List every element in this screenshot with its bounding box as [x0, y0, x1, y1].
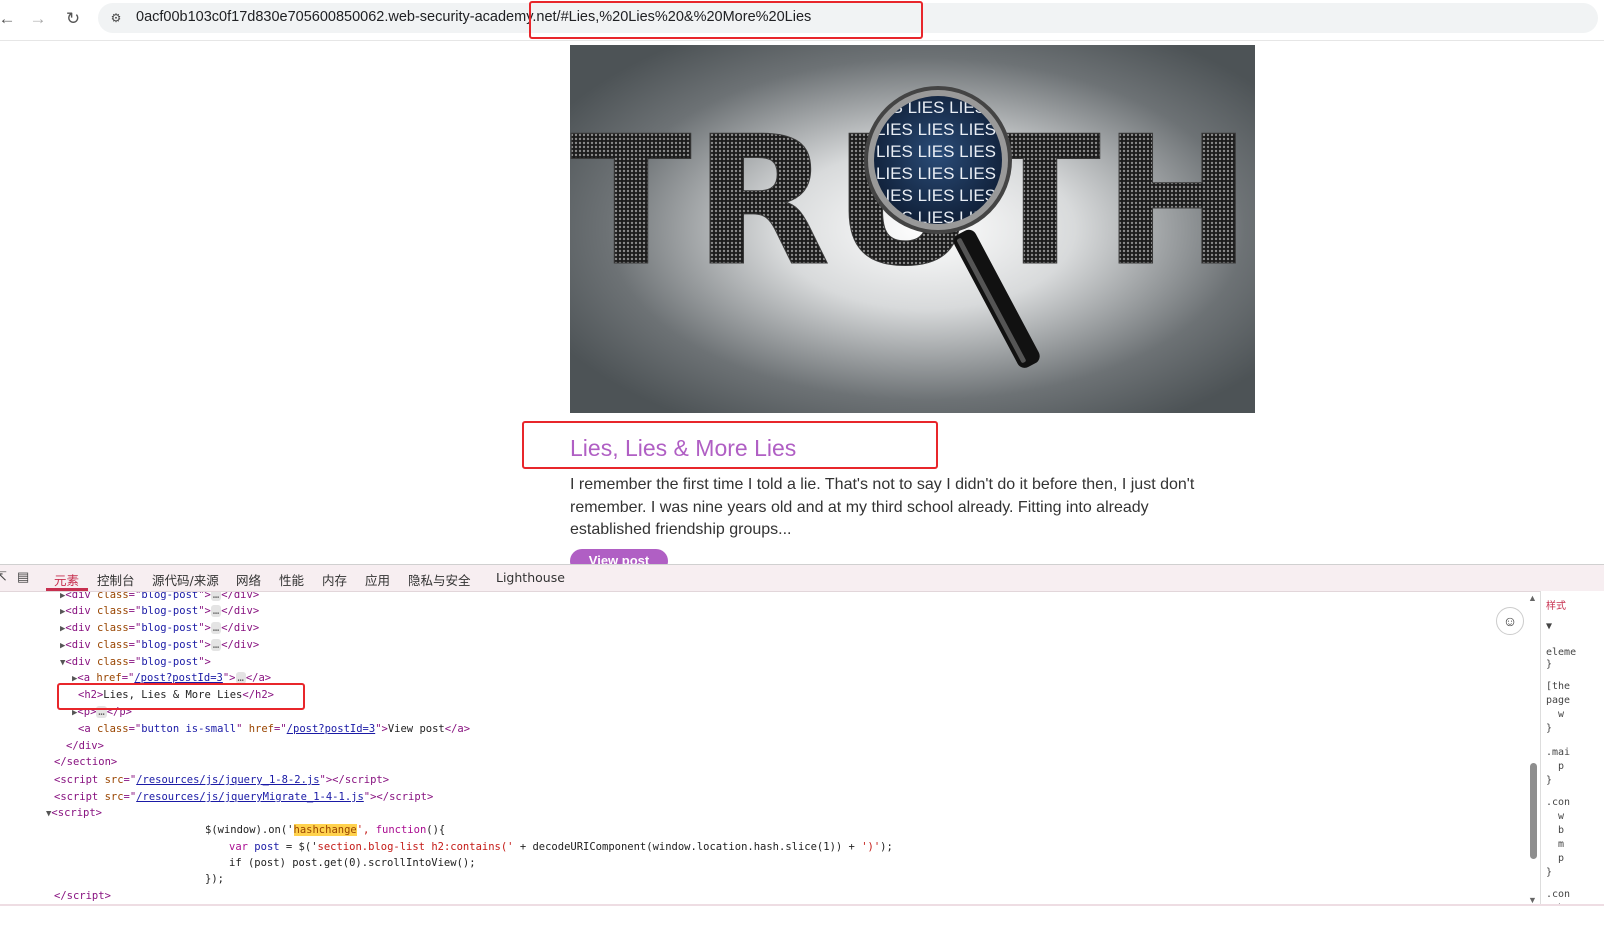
js-line-1: $(window).on('hashchange', function(){ — [205, 824, 446, 836]
dom-node-script-migrate[interactable]: <script src="/resources/js/jqueryMigrate… — [54, 789, 433, 805]
site-settings-icon[interactable]: ⚙ — [108, 10, 124, 26]
styles-line: w — [1546, 709, 1565, 720]
reload-icon[interactable]: ↻ — [62, 8, 84, 30]
tab-privacy-security[interactable]: 隐私与安全 — [408, 570, 471, 589]
post-image[interactable]: TRUTH LIES LIES LIES LI LIES LIES LIES L… — [570, 45, 1255, 413]
devtools-tabbar: ⇱ ▤ 元素 控制台 源代码/来源 网络 性能 内存 应用 隐私与安全 Ligh… — [0, 565, 1604, 592]
styles-line: m — [1546, 839, 1565, 850]
blog-page: TRUTH LIES LIES LIES LI LIES LIES LIES L… — [0, 41, 1604, 564]
styles-tab[interactable]: 样式 — [1546, 597, 1566, 612]
tab-sources[interactable]: 源代码/来源 — [152, 570, 219, 589]
device-toolbar-icon[interactable]: ▤ — [17, 569, 29, 585]
dom-node-section-close[interactable]: </section> — [54, 754, 117, 770]
tab-application[interactable]: 应用 — [365, 570, 390, 589]
tab-console[interactable]: 控制台 — [97, 570, 135, 589]
js-line-3: if (post) post.get(0).scrollIntoView(); — [229, 857, 476, 869]
devtools-panel: ⇱ ▤ 元素 控制台 源代码/来源 网络 性能 内存 应用 隐私与安全 Ligh… — [0, 564, 1604, 933]
accessibility-icon[interactable]: ☺ — [1496, 607, 1524, 635]
dom-node-script-inline[interactable]: ▼<script> — [46, 805, 102, 821]
styles-pane: 样式 ▼ eleme } [the page w } .mai p } .con… — [1540, 591, 1604, 933]
post-excerpt: I remember the first time I told a lie. … — [570, 476, 1195, 538]
scroll-up-arrow[interactable]: ▲ — [1528, 593, 1537, 603]
styles-line: } — [1546, 723, 1553, 734]
arrow-left-icon[interactable]: ← — [0, 8, 18, 30]
inspect-icon[interactable]: ⇱ — [0, 569, 7, 585]
tab-network[interactable]: 网络 — [236, 570, 261, 589]
js-line-2: var post = $('section.blog-list h2:conta… — [229, 841, 893, 853]
dom-tree: ▶<div class="blog-post">… </div> ▶<div cl… — [0, 592, 1528, 912]
url-highlight-box — [529, 1, 923, 39]
styles-line: .con — [1546, 797, 1571, 808]
styles-line: page — [1546, 695, 1571, 706]
view-post-button[interactable]: View post — [570, 549, 668, 564]
h2-highlight-box — [57, 683, 305, 710]
styles-line: } — [1546, 775, 1553, 786]
active-tab-indicator — [46, 588, 88, 591]
svg-text:LIES LIES LIES LI: LIES LIES LIES LI — [876, 164, 1015, 183]
styles-line: .con — [1546, 889, 1571, 900]
title-highlight-box — [522, 421, 938, 469]
styles-line: p — [1546, 761, 1565, 772]
styles-line: [the — [1546, 681, 1571, 692]
styles-line: } — [1546, 867, 1553, 878]
tab-elements[interactable]: 元素 — [54, 570, 79, 589]
dom-node-blog-post[interactable]: ▶<div class="blog-post">… </div> — [60, 620, 259, 636]
styles-line: eleme — [1546, 647, 1577, 658]
scrollbar-thumb[interactable] — [1530, 763, 1537, 859]
styles-line: .mai — [1546, 747, 1571, 758]
tab-memory[interactable]: 内存 — [322, 570, 347, 589]
dom-node-blog-post[interactable]: ▶<div class="blog-post">… </div> — [60, 603, 259, 619]
dom-node-div-close[interactable]: </div> — [66, 738, 104, 754]
dom-node-blog-post[interactable]: ▶<div class="blog-post">… </div> — [60, 592, 259, 603]
filter-icon[interactable]: ▼ — [1546, 621, 1552, 632]
styles-line: b — [1546, 825, 1565, 836]
dom-node-view-button[interactable]: <a class="button is-small" href="/post?p… — [78, 721, 470, 737]
tab-lighthouse[interactable]: Lighthouse — [496, 570, 565, 585]
styles-line: w — [1546, 811, 1565, 822]
dom-node-script-jquery[interactable]: <script src="/resources/js/jquery_1-8-2.… — [54, 772, 389, 788]
styles-line: } — [1546, 659, 1553, 670]
arrow-right-icon[interactable]: → — [27, 8, 49, 30]
dom-node-blog-post-expanded[interactable]: ▼<div class="blog-post"> — [60, 654, 211, 670]
tab-performance[interactable]: 性能 — [279, 570, 304, 589]
dom-node-blog-post[interactable]: ▶<div class="blog-post">… </div> — [60, 637, 259, 653]
devtools-bottom-strip — [0, 904, 1604, 934]
styles-line: p — [1546, 853, 1565, 864]
svg-text:LIES LIES LIES LI: LIES LIES LIES LI — [876, 142, 1015, 161]
dom-node-script-close[interactable]: </script> — [54, 888, 111, 904]
js-line-4: }); — [205, 873, 224, 885]
